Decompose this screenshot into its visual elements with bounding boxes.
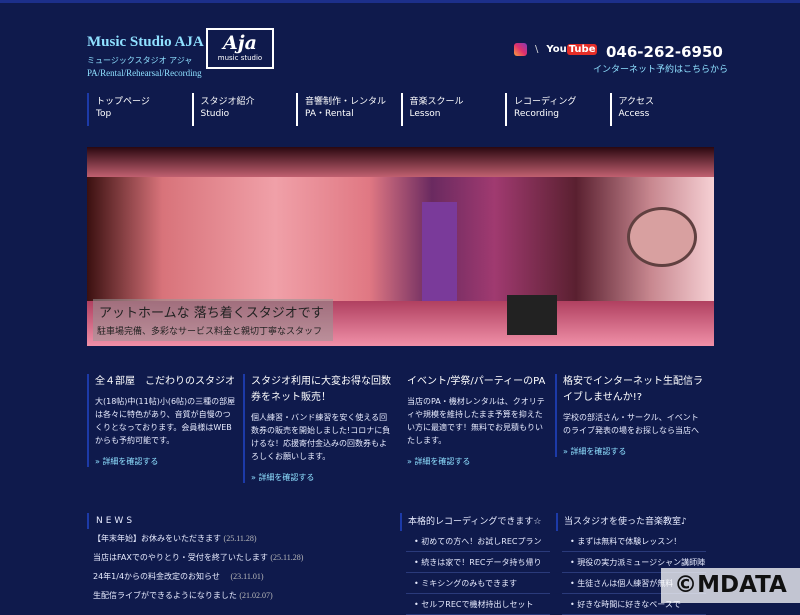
- nav-sublabel: Lesson: [409, 109, 441, 119]
- hero-caption-sub: 駐車場完備、多彩なサービス料金と親切丁寧なスタッフ: [97, 327, 323, 337]
- feature-card: 全４部屋 こだわりのスタジオ大(18帖)中(11帖)小(6帖)の三種の部屋は各々…: [87, 374, 237, 467]
- nav-sublabel: Studio: [200, 109, 230, 119]
- news-text: 当店はFAXでのやりとり・受付を終了いたします: [93, 553, 268, 562]
- card-link[interactable]: » 詳細を確認する: [245, 472, 393, 483]
- hero-image: アットホームな 落ち着くスタジオです 駐車場完備、多彩なサービス料金と親切丁寧な…: [87, 147, 714, 346]
- recording-item[interactable]: ミキシングのみもできます: [406, 573, 550, 594]
- hero-drum: [627, 207, 697, 267]
- site-subtitle: PA/Rental/Rehearsal/Recording: [87, 68, 202, 78]
- news-item[interactable]: 生配信ライブができるようになりました (21.02.07): [87, 586, 387, 605]
- school-item[interactable]: まずは無料で体験レッスン！: [562, 531, 706, 552]
- site-title[interactable]: Music Studio AJA: [87, 34, 204, 51]
- youtube-tube: Tube: [566, 44, 598, 55]
- news-date: (25.11.28): [270, 553, 304, 562]
- social-links: \ You Tube: [514, 43, 598, 56]
- nav-pa-rental[interactable]: 音響制作・レンタル PA・Rental: [296, 93, 401, 126]
- card-body: 個人練習・バンド練習を安く使える回数券の販売を開始しました!コロナに負けるな！応…: [251, 413, 391, 461]
- reserve-link[interactable]: インターネット予約はこちらから: [593, 62, 728, 75]
- nav-label: スタジオ紹介: [200, 97, 255, 107]
- hero-amp: [507, 295, 557, 335]
- news-date: (23.11.01): [230, 572, 264, 581]
- hero-caption: アットホームな 落ち着くスタジオです 駐車場完備、多彩なサービス料金と親切丁寧な…: [93, 299, 333, 341]
- card-body: 大(18帖)中(11帖)小(6帖)の三種の部屋は各々に特色があり、音質が自慢のつ…: [95, 397, 236, 445]
- nav-label: 音楽スクール: [409, 97, 464, 107]
- watermark: ©MDATA: [661, 568, 800, 603]
- nav-label: アクセス: [618, 97, 655, 107]
- feature-card: 格安でインターネット生配信ライブしませんか!? 学校の部活さん・サークル、イベント…: [555, 374, 705, 457]
- phone-number[interactable]: 046-262-6950: [606, 43, 723, 61]
- nav-access[interactable]: アクセス Access: [609, 93, 715, 126]
- card-link[interactable]: » 詳細を確認する: [401, 456, 549, 467]
- logo-subtext: music studio: [217, 54, 263, 62]
- news-item[interactable]: 【年末年始】お休みをいただきます (25.11.28): [87, 529, 387, 548]
- nav-sublabel: PA・Rental: [305, 109, 354, 119]
- youtube-icon[interactable]: You Tube: [546, 44, 598, 55]
- card-link[interactable]: » 詳細を確認する: [89, 456, 237, 467]
- nav-studio[interactable]: スタジオ紹介 Studio: [191, 93, 297, 126]
- card-title: 全４部屋 こだわりのスタジオ: [95, 376, 235, 387]
- logo-text: Aja: [223, 32, 257, 54]
- nav-recording[interactable]: レコーディング Recording: [505, 93, 610, 126]
- card-body: 学校の部活さん・サークル、イベントのライブ発表の場をお探しなら当店へ: [563, 413, 699, 435]
- youtube-you: You: [546, 44, 567, 55]
- news-title: NEWS: [87, 513, 387, 529]
- hero-caption-title: アットホームな 落ち着くスタジオです: [99, 306, 324, 321]
- hero-door: [422, 202, 457, 307]
- recording-item[interactable]: 続きは家で！RECデータ持ち帰り: [406, 552, 550, 573]
- hero-ceiling: [87, 147, 714, 177]
- feature-card: イベント/学祭/パーティーのPA 当店のPA・機材レンタルは、クオリティや規模を維…: [399, 374, 549, 467]
- logo[interactable]: Aja music studio: [206, 28, 274, 69]
- news-item[interactable]: 24年1/4からの料金改定のお知らせ (23.11.01): [87, 567, 387, 586]
- news-text: 24年1/4からの料金改定のお知らせ: [93, 572, 228, 581]
- nav-label: トップページ: [96, 97, 150, 107]
- card-title: イベント/学祭/パーティーのPA: [407, 376, 546, 387]
- school-title: 当スタジオを使った音楽教室♪: [556, 513, 706, 531]
- site-kana: ミュージックスタジオ アジャ: [87, 56, 193, 65]
- news-date: (25.11.28): [223, 534, 257, 543]
- news-text: 【年末年始】お休みをいただきます: [93, 534, 221, 543]
- card-body: 当店のPA・機材レンタルは、クオリティや規模を維持したまま予算を抑えたい方に最適…: [407, 397, 545, 445]
- news-text: 生配信ライブができるようになりました: [93, 591, 237, 600]
- nav-lesson[interactable]: 音楽スクール Lesson: [400, 93, 506, 126]
- nav-label: 音響制作・レンタル: [305, 97, 387, 107]
- nav-top[interactable]: トップページ Top: [87, 93, 192, 126]
- recording-item[interactable]: 初めての方へ！お試しRECプラン: [406, 531, 550, 552]
- main-nav: トップページ Top スタジオ紹介 Studio 音響制作・レンタル PA・Renta…: [87, 93, 714, 126]
- recording-item[interactable]: セルフRECで機材持出しセット: [406, 594, 550, 615]
- nav-label: レコーディング: [514, 97, 577, 107]
- x-icon[interactable]: \: [535, 44, 538, 55]
- nav-sublabel: Recording: [514, 109, 560, 119]
- card-title: スタジオ利用に大変お得な回数券をネット販売！: [251, 376, 391, 403]
- news-date: (21.02.07): [239, 591, 273, 600]
- feature-card: スタジオ利用に大変お得な回数券をネット販売！ 個人練習・バンド練習を安く使える回数…: [243, 374, 393, 483]
- nav-sublabel: Top: [96, 109, 112, 119]
- recording-title: 本格的レコーディングできます☆: [400, 513, 550, 531]
- card-link[interactable]: » 詳細を確認する: [557, 446, 705, 457]
- news-item[interactable]: 当店はFAXでのやりとり・受付を終了いたします (25.11.28): [87, 548, 387, 567]
- nav-sublabel: Access: [618, 109, 650, 119]
- card-title: 格安でインターネット生配信ライブしませんか!?: [563, 376, 703, 403]
- news-section: NEWS 【年末年始】お休みをいただきます (25.11.28) 当店はFAXで…: [87, 513, 387, 605]
- instagram-icon[interactable]: [514, 43, 527, 56]
